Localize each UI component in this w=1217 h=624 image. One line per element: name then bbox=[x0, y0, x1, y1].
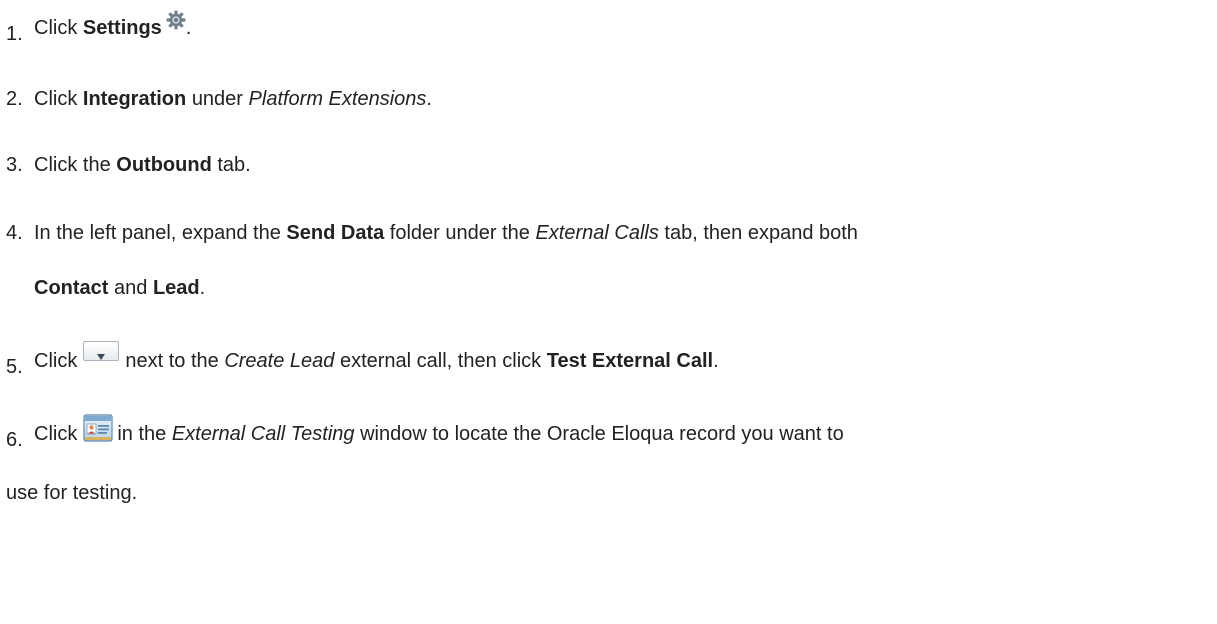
contact-card-icon bbox=[83, 414, 113, 442]
test-external-call-label: Test External Call bbox=[546, 350, 714, 372]
step-4-continuation: Contact and Lead. bbox=[34, 277, 206, 299]
integration-label: Integration bbox=[82, 88, 187, 110]
step-text: In the left panel, expand the Send Data … bbox=[34, 222, 858, 244]
dropdown-arrow-icon bbox=[83, 341, 120, 361]
outbound-label: Outbound bbox=[116, 154, 212, 176]
step-4: 4. In the left panel, expand the Send Dat… bbox=[6, 221, 1213, 245]
step-number: 2. bbox=[6, 88, 23, 110]
step-number: 4. bbox=[6, 222, 23, 244]
external-call-testing-label: External Call Testing bbox=[171, 423, 355, 445]
step-number: 3. bbox=[6, 154, 23, 176]
step-5: 5. Click next to the Create Lead external … bbox=[6, 341, 1213, 378]
platform-extensions-label: Platform Extensions bbox=[248, 88, 427, 110]
step-3: 3. Click the Outbound tab. bbox=[6, 153, 1213, 177]
step-text: Click next to the Create Lead external ca… bbox=[34, 341, 719, 372]
gear-icon bbox=[166, 10, 186, 30]
step-text: Click in the External Call Testing window… bbox=[34, 414, 844, 445]
step-text: Click the Outbound tab. bbox=[34, 154, 251, 176]
step-6: 6. Click in the External Call Testing wind… bbox=[6, 414, 1213, 451]
send-data-label: Send Data bbox=[286, 222, 385, 244]
step-6-continuation: use for testing. bbox=[6, 482, 138, 504]
step-1: 1. Click Settings. bbox=[6, 10, 1213, 45]
step-2: 2. Click Integration under Platform Exten… bbox=[6, 87, 1213, 111]
settings-label: Settings bbox=[82, 17, 162, 39]
step-number: 5. bbox=[6, 356, 23, 378]
step-number: 1. bbox=[6, 23, 23, 45]
step-text: Click Integration under Platform Extensi… bbox=[34, 88, 432, 110]
contact-label: Contact bbox=[34, 277, 109, 299]
step-number: 6. bbox=[6, 429, 23, 451]
create-lead-label: Create Lead bbox=[224, 350, 335, 372]
external-calls-label: External Calls bbox=[535, 222, 659, 244]
lead-label: Lead bbox=[152, 277, 200, 299]
step-text: Click Settings. bbox=[34, 10, 191, 39]
